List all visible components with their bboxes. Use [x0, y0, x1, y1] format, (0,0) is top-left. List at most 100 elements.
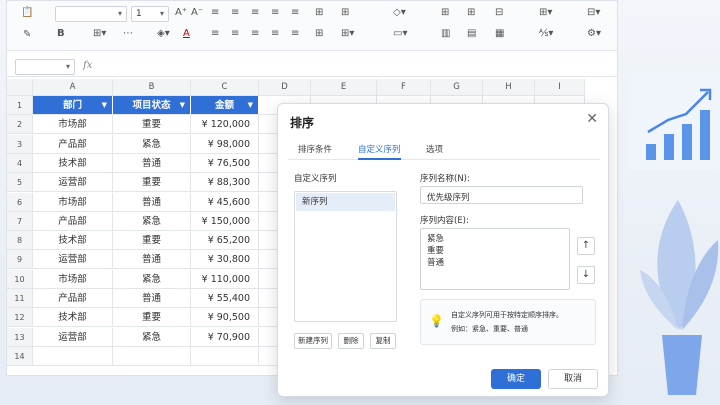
table-cell[interactable]: 紧急 — [113, 134, 191, 154]
table-cell[interactable]: ¥ 98,000 — [191, 134, 259, 154]
increase-font-icon[interactable]: A⁺ — [175, 7, 187, 18]
format-painter-icon[interactable]: ✎ — [23, 29, 31, 40]
insert-table-icon[interactable]: ⊞ — [441, 7, 449, 18]
column-header[interactable]: D — [259, 79, 311, 96]
column-header[interactable]: I — [535, 79, 585, 96]
align-top-icon[interactable]: ≡ — [211, 7, 219, 18]
table-cell[interactable]: 技术部 — [33, 153, 113, 173]
align-bottom-icon[interactable]: ≡ — [251, 7, 259, 18]
column-header[interactable]: F — [377, 79, 431, 96]
tab-custom-list[interactable]: 自定义序列 — [358, 143, 401, 160]
row-header[interactable]: 3 — [7, 134, 33, 154]
table-cell[interactable]: 紧急 — [113, 211, 191, 231]
row-header[interactable]: 5 — [7, 173, 33, 193]
filter-dropdown-icon[interactable]: ▼ — [102, 96, 107, 115]
table-icon[interactable]: ⊞ — [315, 28, 323, 39]
table-cell[interactable]: ¥ 45,600 — [191, 192, 259, 212]
column-header[interactable]: G — [431, 79, 483, 96]
sort-icon[interactable]: ▦ — [495, 28, 504, 39]
table-cell[interactable]: 普通 — [113, 250, 191, 270]
table-cell[interactable]: 重要 — [113, 173, 191, 193]
move-up-button[interactable]: ↑ — [577, 237, 595, 255]
number-format-icon[interactable]: ⅍▾ — [539, 28, 553, 39]
table-cell[interactable]: ¥ 88,300 — [191, 173, 259, 193]
new-list-button[interactable]: 新建序列 — [294, 333, 332, 349]
cell-style-icon[interactable]: ▭▾ — [393, 28, 407, 39]
column-header[interactable]: B — [113, 79, 191, 96]
tab-sort-conditions[interactable]: 排序条件 — [298, 143, 332, 155]
cancel-button[interactable]: 取消 — [548, 369, 598, 389]
ok-button[interactable]: 确定 — [491, 369, 541, 389]
row-header[interactable]: 7 — [7, 211, 33, 231]
table-cell[interactable]: ¥ 110,000 — [191, 269, 259, 289]
border-icon[interactable]: ⊞▾ — [93, 28, 106, 39]
table-cell[interactable]: 产品部 — [33, 289, 113, 308]
row-header[interactable]: 4 — [7, 153, 33, 173]
table-cell[interactable]: ¥ 90,500 — [191, 308, 259, 328]
empty-cell[interactable] — [33, 346, 113, 366]
font-color-icon[interactable]: A — [183, 28, 190, 39]
table-cell[interactable]: 运营部 — [33, 250, 113, 270]
table-cell[interactable]: 市场部 — [33, 192, 113, 212]
table-cell[interactable]: 运营部 — [33, 327, 113, 347]
wrap-icon[interactable]: ≡ — [291, 7, 299, 18]
row-header[interactable]: 10 — [7, 269, 33, 289]
copy-button[interactable]: 复制 — [370, 333, 396, 349]
table-cell[interactable]: ¥ 65,200 — [191, 231, 259, 251]
table-cell[interactable]: ¥ 150,000 — [191, 211, 259, 231]
font-family-select[interactable]: ▾ — [55, 6, 127, 22]
bold-button[interactable]: B — [57, 28, 65, 39]
more-options-icon[interactable]: ⊟▾ — [587, 7, 600, 18]
name-box[interactable]: ▾ — [15, 59, 75, 75]
align-center-icon[interactable]: ≡ — [231, 28, 239, 39]
rows-cols-icon[interactable]: ⊞▾ — [539, 7, 552, 18]
row-header[interactable]: 14 — [7, 346, 33, 366]
column-header[interactable]: E — [311, 79, 377, 96]
table-cell[interactable]: 市场部 — [33, 115, 113, 135]
table-cell[interactable]: ¥ 70,900 — [191, 327, 259, 347]
table-cell[interactable]: 重要 — [113, 231, 191, 251]
row-header[interactable]: 1 — [7, 96, 33, 115]
list-content-textarea[interactable]: 紧急 重要 普通 — [420, 228, 570, 290]
table-cell[interactable]: 运营部 — [33, 173, 113, 193]
filter-dropdown-icon[interactable]: ▼ — [248, 96, 253, 115]
tab-options[interactable]: 选项 — [426, 143, 443, 155]
conditional-format-icon[interactable]: ⊟ — [495, 7, 503, 18]
row-header[interactable]: 11 — [7, 289, 33, 308]
table-cell[interactable]: 普通 — [113, 153, 191, 173]
justify-icon[interactable]: ≡ — [271, 28, 279, 39]
align-middle-icon[interactable]: ≡ — [231, 7, 239, 18]
table-cell[interactable]: 普通 — [113, 192, 191, 212]
table-cell[interactable]: ¥ 120,000 — [191, 115, 259, 135]
list-item[interactable]: 新序列 — [296, 193, 395, 211]
table-cell[interactable]: 紧急 — [113, 269, 191, 289]
move-down-button[interactable]: ↓ — [577, 266, 595, 284]
distribute-icon[interactable]: ≡ — [291, 28, 299, 39]
split-cells-icon[interactable]: ⊞ — [341, 7, 349, 18]
table-cell[interactable]: 重要 — [113, 115, 191, 135]
row-header[interactable]: 13 — [7, 327, 33, 347]
table-header-cell[interactable]: 项目状态 ▼ — [113, 96, 191, 115]
font-size-select[interactable]: 1 ▾ — [131, 6, 169, 22]
custom-list-box[interactable]: 新序列 — [294, 191, 397, 322]
fill-color-icon[interactable]: ◈▾ — [157, 28, 170, 39]
table-cell[interactable]: 技术部 — [33, 231, 113, 251]
table-cell[interactable]: 产品部 — [33, 211, 113, 231]
table-cell[interactable]: ¥ 30,800 — [191, 250, 259, 270]
table-header-cell[interactable]: 金额 ▼ — [191, 96, 259, 115]
column-header[interactable]: H — [483, 79, 535, 96]
settings-icon[interactable]: ⚙▾ — [587, 28, 601, 39]
row-header[interactable]: 6 — [7, 192, 33, 212]
table-cell[interactable]: 普通 — [113, 289, 191, 308]
indent-icon[interactable]: ≡ — [271, 7, 279, 18]
more-icon[interactable]: ⋯ — [123, 28, 133, 39]
grid-icon[interactable]: ⊞ — [467, 7, 475, 18]
select-all-corner[interactable] — [7, 79, 33, 96]
row-header[interactable]: 9 — [7, 250, 33, 270]
freeze-icon[interactable]: ▥ — [441, 28, 450, 39]
empty-cell[interactable] — [191, 346, 259, 366]
list-name-input[interactable]: 优先级序列 — [420, 186, 583, 204]
delete-button[interactable]: 删除 — [338, 333, 364, 349]
filter-icon[interactable]: ▤ — [467, 28, 476, 39]
decrease-font-icon[interactable]: A⁻ — [191, 7, 203, 18]
